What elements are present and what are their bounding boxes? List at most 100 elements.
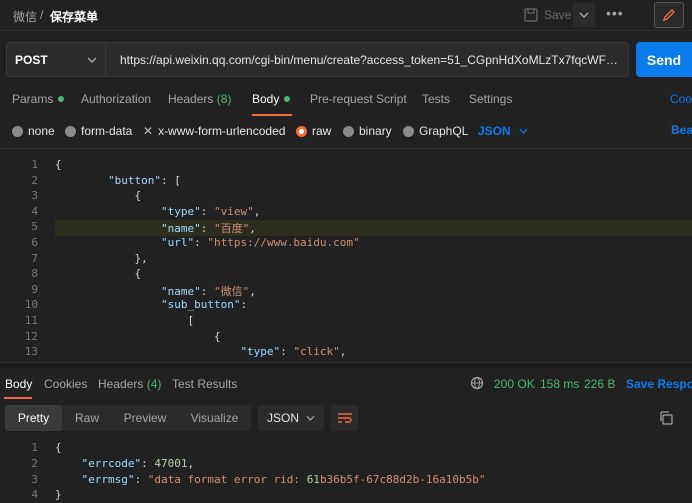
status-dot: [284, 95, 291, 102]
tab-cookies-link[interactable]: Coo: [670, 92, 692, 106]
tab-tests[interactable]: Tests: [422, 92, 450, 106]
save-button[interactable]: Save: [518, 3, 572, 27]
tab-params[interactable]: Params: [12, 92, 65, 106]
line-number: 3: [31, 472, 38, 486]
response-tab-headers[interactable]: Headers (4): [98, 377, 161, 391]
view-raw[interactable]: Raw: [62, 405, 112, 431]
more-options-button[interactable]: •••: [606, 5, 624, 21]
code-line: },: [55, 251, 148, 265]
save-response-button[interactable]: Save Respon: [626, 377, 692, 391]
chevron-down-icon: [579, 12, 589, 18]
response-tab-body[interactable]: Body: [5, 377, 32, 391]
active-tab-indicator: [252, 114, 292, 116]
tab-body[interactable]: Body: [252, 92, 291, 106]
view-preview[interactable]: Preview: [112, 405, 178, 431]
code-line: }: [55, 488, 62, 502]
code-line: {: [55, 158, 62, 171]
wrap-lines-icon: [337, 413, 352, 423]
save-icon: [524, 8, 538, 22]
edit-button[interactable]: [654, 2, 684, 28]
line-number: 4: [31, 488, 38, 502]
send-button[interactable]: Send: [636, 42, 692, 77]
chevron-down-icon: [519, 128, 528, 134]
tab-label: Params: [12, 92, 54, 106]
code-line: "button": [: [107, 173, 181, 187]
code-line: "type": "click",: [240, 345, 347, 359]
body-type-binary[interactable]: binary: [343, 123, 392, 139]
code-line: {: [55, 189, 142, 203]
view-visualize[interactable]: Visualize: [178, 405, 251, 431]
code-line: "name": "微信",: [160, 284, 256, 298]
tab-label: Headers: [168, 92, 214, 106]
code-line: {: [55, 441, 62, 454]
line-number: 7: [31, 251, 38, 265]
wrap-lines-button[interactable]: [331, 405, 358, 431]
radio-icon: [403, 125, 414, 137]
save-button-label: Save: [544, 8, 572, 22]
status-dot: [58, 95, 65, 102]
line-number: 13: [24, 345, 38, 359]
response-time[interactable]: 158 ms: [540, 377, 579, 391]
globe-icon[interactable]: [470, 376, 484, 390]
breadcrumb-parent[interactable]: 微信: [13, 8, 37, 25]
tab-count: (4): [146, 377, 162, 391]
body-type-graphql[interactable]: GraphQL: [403, 123, 468, 139]
chevron-down-icon: [87, 57, 97, 63]
copy-icon[interactable]: [658, 410, 674, 426]
response-tab-test-results[interactable]: Test Results: [172, 377, 237, 391]
beautify-link[interactable]: Beau: [671, 123, 692, 137]
code-line: "type": "view",: [160, 204, 261, 218]
radio-label: x-www-form-urlencoded: [158, 124, 286, 138]
editor-resize-handle[interactable]: [0, 362, 692, 368]
response-size[interactable]: 226 B: [584, 377, 615, 391]
response-tab-cookies[interactable]: Cookies: [44, 377, 87, 391]
body-type-urlencoded[interactable]: ✕ x-www-form-urlencoded: [143, 123, 285, 139]
tab-pre-request-script[interactable]: Pre-request Script: [310, 92, 407, 106]
radio-icon: [12, 125, 23, 137]
body-format-select[interactable]: JSON: [478, 123, 528, 139]
breadcrumb-separator: /: [40, 8, 44, 22]
format-label: JSON: [267, 411, 300, 425]
pencil-icon: [662, 9, 675, 22]
line-number: 11: [24, 314, 38, 327]
chevron-down-icon: [306, 415, 315, 421]
save-options-button[interactable]: [573, 3, 595, 27]
line-number: 10: [24, 298, 38, 312]
close-icon: ✕: [143, 124, 154, 138]
url-input[interactable]: https://api.weixin.qq.com/cgi-bin/menu/c…: [106, 42, 629, 77]
code-line: "url": "https://www.baidu.com": [160, 236, 360, 249]
code-line: [: [55, 314, 195, 327]
method-select[interactable]: POST: [6, 42, 106, 77]
response-body-viewer[interactable]: 1 {2 "errcode": 47001, 3 "errmsg": "data f…: [0, 440, 692, 503]
tab-settings[interactable]: Settings: [469, 92, 512, 106]
radio-selected-icon: [296, 125, 307, 137]
page-title[interactable]: 保存菜单: [50, 8, 98, 25]
radio-label: GraphQL: [419, 124, 469, 138]
radio-label: none: [28, 124, 55, 138]
code-line: "errmsg": "data format error rid: 61b36b…: [81, 472, 486, 486]
radio-icon: [343, 125, 354, 137]
body-type-form-data[interactable]: form-data: [65, 123, 132, 139]
code-line: {: [55, 267, 142, 281]
line-number: 3: [31, 189, 38, 203]
request-body-editor[interactable]: 1 {2 "button": [3 {4 "type": "view", 5 "na…: [0, 156, 692, 362]
line-number: 2: [31, 173, 38, 187]
tab-label: Body: [252, 92, 280, 106]
method-label: POST: [15, 52, 48, 67]
radio-label: form-data: [81, 124, 133, 138]
tab-count: (8): [216, 92, 232, 106]
tab-headers[interactable]: Headers (8): [168, 92, 231, 106]
code-line: "name": "百度",: [160, 222, 256, 236]
tab-authorization[interactable]: Authorization: [81, 92, 151, 106]
body-type-none[interactable]: none: [12, 123, 55, 139]
divider: [0, 148, 692, 149]
tab-label: Headers: [98, 377, 144, 391]
code-line: {: [55, 329, 221, 343]
view-pretty[interactable]: Pretty: [5, 405, 62, 431]
response-format-select[interactable]: JSON: [258, 405, 324, 431]
response-status[interactable]: 200 OK: [494, 377, 535, 391]
response-view-toggle: Pretty Raw Preview Visualize: [5, 405, 251, 431]
line-number: 6: [31, 236, 38, 249]
code-line: "errcode": 47001,: [81, 456, 195, 470]
body-type-raw[interactable]: raw: [296, 123, 331, 139]
